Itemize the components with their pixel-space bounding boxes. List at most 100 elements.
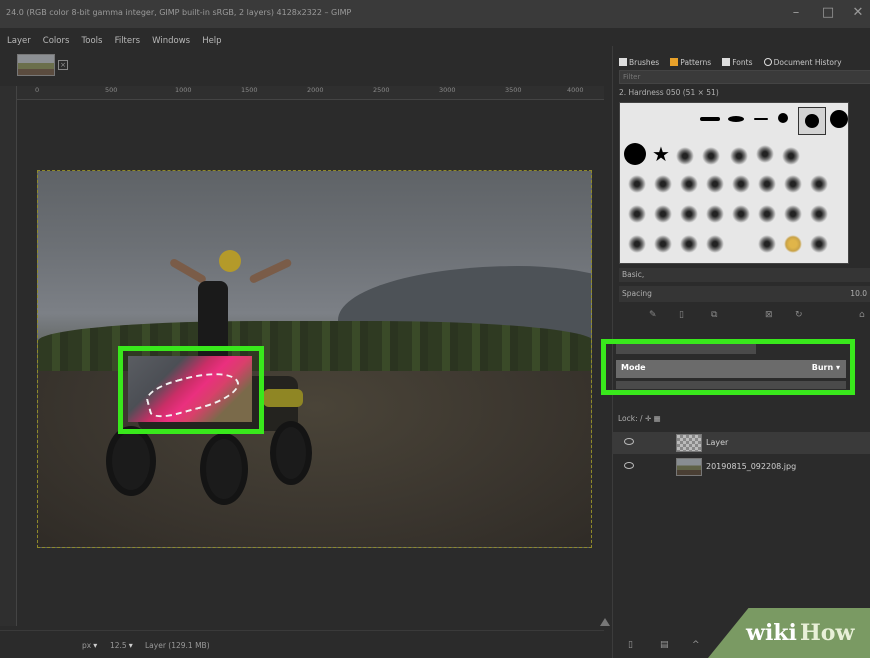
brush-preview[interactable] [654, 175, 672, 193]
layer-thumbnail [676, 458, 702, 476]
brush-preview[interactable] [784, 205, 802, 223]
refresh-brushes-icon[interactable]: ↻ [795, 310, 803, 320]
brush-preview[interactable] [706, 175, 724, 193]
edit-brush-icon[interactable]: ✎ [649, 310, 657, 320]
brush-preview[interactable] [680, 175, 698, 193]
atv-wheel [270, 421, 312, 485]
status-bar: px ▾ 12.5 ▾ Layer (129.1 MB) [0, 630, 604, 658]
person-arm [248, 257, 293, 285]
brush-icon [619, 58, 627, 66]
ruler-tick: 3000 [439, 86, 456, 94]
layer-name: Layer [706, 438, 729, 447]
brush-preview[interactable] [784, 235, 802, 253]
lock-row: Lock: / ✛ ▦ [618, 414, 661, 423]
unit-select[interactable]: px ▾ [82, 641, 97, 650]
brush-preview[interactable] [810, 205, 828, 223]
brush-preview[interactable] [758, 205, 776, 223]
close-button[interactable]: ✕ [848, 4, 868, 22]
brush-preview[interactable] [676, 147, 694, 165]
brush-filter-input[interactable]: Filter [619, 70, 870, 84]
lock-pixels-icon[interactable]: / [640, 414, 643, 423]
person-arm [168, 257, 208, 285]
spacing-value: 10.0 [850, 289, 867, 298]
ruler-tick: 1000 [175, 86, 192, 94]
layer-row[interactable]: Layer [612, 432, 870, 454]
brush-preview[interactable] [756, 145, 774, 163]
brush-preview[interactable] [784, 175, 802, 193]
tab-fonts[interactable]: Fonts [722, 55, 753, 71]
brush-preview[interactable] [810, 235, 828, 253]
duplicate-brush-icon[interactable]: ⧉ [711, 310, 717, 320]
brush-preview[interactable] [754, 118, 768, 120]
eye-icon[interactable] [624, 462, 634, 469]
tab-patterns[interactable]: Patterns [670, 55, 711, 71]
brush-preview[interactable] [778, 113, 788, 123]
brush-preview[interactable] [782, 147, 800, 165]
new-layer-icon[interactable]: ▯ [628, 640, 633, 650]
zoom-value: 12.5 [110, 641, 127, 650]
lock-label: Lock: [618, 414, 638, 423]
image-tab-thumbnail[interactable] [17, 54, 55, 76]
window-title: 24.0 (RGB color 8-bit gamma integer, GIM… [6, 8, 352, 17]
star-brush-icon[interactable]: ★ [652, 144, 670, 164]
navigate-icon[interactable] [600, 618, 610, 626]
tab-document-history[interactable]: Document History [763, 55, 842, 71]
brush-preview[interactable] [706, 205, 724, 223]
delete-brush-icon[interactable]: ⊠ [765, 310, 773, 320]
brush-actions: ✎ ▯ ⧉ ⊠ ↻ ⌂ [613, 310, 870, 326]
watermark-wiki: wiki [746, 620, 797, 646]
lock-position-icon[interactable]: ✛ [645, 414, 651, 423]
tab-label: Brushes [629, 58, 660, 67]
lock-alpha-icon[interactable]: ▦ [654, 414, 661, 423]
brush-preview[interactable] [702, 147, 720, 165]
history-icon [763, 58, 772, 66]
ruler-tick: 2500 [373, 86, 390, 94]
brush-preview[interactable] [758, 175, 776, 193]
spacing-slider[interactable]: Spacing 10.0 [619, 286, 870, 302]
brush-preview[interactable] [628, 235, 646, 253]
brush-preview[interactable] [628, 175, 646, 193]
brush-preview[interactable] [624, 143, 646, 165]
tab-label: Document History [773, 58, 842, 67]
brush-preview[interactable] [700, 117, 720, 121]
layer-row[interactable]: 20190815_092208.jpg [612, 456, 870, 478]
dock-tabs: Brushes Patterns Fonts Document History [613, 50, 870, 67]
brush-preview[interactable] [706, 235, 724, 253]
brush-preview[interactable] [732, 175, 750, 193]
brush-preview[interactable] [680, 205, 698, 223]
new-brush-icon[interactable]: ▯ [679, 310, 684, 320]
brush-name: 2. Hardness 050 (51 × 51) [619, 88, 719, 97]
zoom-select[interactable]: 12.5 ▾ [110, 641, 133, 650]
brush-preview[interactable] [654, 235, 672, 253]
raise-layer-icon[interactable]: ^ [692, 640, 700, 650]
gimp-window: 24.0 (RGB color 8-bit gamma integer, GIM… [0, 0, 870, 658]
brush-tag-field[interactable]: Basic, [619, 268, 870, 282]
open-brush-icon[interactable]: ⌂ [859, 310, 865, 320]
brush-preview[interactable] [680, 235, 698, 253]
ruler-tick: 2000 [307, 86, 324, 94]
brush-preview[interactable] [728, 116, 744, 122]
tab-brushes[interactable]: Brushes [619, 55, 659, 71]
unit-value: px [82, 641, 92, 650]
brush-preview[interactable] [628, 205, 646, 223]
new-layer-group-icon[interactable]: ▤ [660, 640, 669, 650]
tab-label: Patterns [680, 58, 712, 67]
brush-preview[interactable] [654, 205, 672, 223]
brush-preview[interactable] [830, 110, 848, 128]
tab-close-icon[interactable]: × [58, 60, 68, 70]
brush-preview[interactable] [758, 235, 776, 253]
brush-preview[interactable] [805, 114, 819, 128]
tab-label: Fonts [732, 58, 753, 67]
title-bar: 24.0 (RGB color 8-bit gamma integer, GIM… [0, 0, 870, 28]
highlight-box-mode [601, 339, 855, 395]
brush-preview[interactable] [732, 205, 750, 223]
brush-preview[interactable] [730, 147, 748, 165]
atv-wheel [200, 433, 248, 505]
eye-icon[interactable] [624, 438, 634, 445]
brush-grid[interactable]: ★ [619, 102, 849, 264]
maximize-button[interactable]: □ [818, 4, 838, 22]
ruler-tick: 3500 [505, 86, 522, 94]
brush-preview[interactable] [810, 175, 828, 193]
chevron-down-icon: ▾ [93, 641, 98, 650]
minimize-button[interactable]: – [786, 4, 806, 22]
